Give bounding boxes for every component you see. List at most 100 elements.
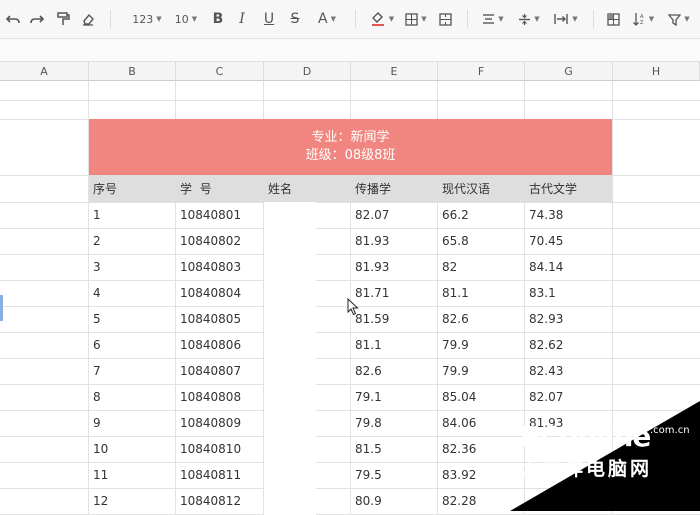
table-cell[interactable]: 10840806 — [176, 332, 264, 358]
header-cell[interactable]: 现代汉语 — [438, 175, 525, 202]
table-cell[interactable]: 83.1 — [525, 280, 613, 306]
chevron-down-icon: ▼ — [330, 15, 336, 23]
table-cell[interactable]: 3 — [89, 254, 176, 280]
table-cell[interactable]: 10840801 — [176, 202, 264, 228]
table-cell[interactable]: 84.14 — [525, 254, 613, 280]
table-cell[interactable]: 79.9 — [438, 358, 525, 384]
chevron-down-icon: ▼ — [388, 15, 395, 23]
header-cell[interactable]: 姓名 — [264, 175, 351, 202]
formula-bar[interactable] — [0, 39, 700, 62]
column-header-c[interactable]: C — [176, 62, 264, 81]
table-cell[interactable]: 70.45 — [525, 228, 613, 254]
sort-dropdown[interactable]: A Z ▼ — [630, 8, 656, 30]
chevron-down-icon: ▼ — [191, 15, 198, 23]
name-column-blank-area — [264, 202, 316, 515]
table-cell[interactable]: 74.38 — [525, 202, 613, 228]
table-cell[interactable]: 82.07 — [351, 202, 438, 228]
table-cell[interactable]: 79.1 — [351, 384, 438, 410]
table-cell[interactable]: 81.59 — [351, 306, 438, 332]
column-header-b[interactable]: B — [89, 62, 176, 81]
table-cell[interactable]: 81.1 — [438, 280, 525, 306]
table-cell[interactable]: 12 — [89, 488, 176, 514]
column-header-d[interactable]: D — [264, 62, 351, 81]
table-cell[interactable]: 2 — [89, 228, 176, 254]
table-cell[interactable]: 82.43 — [525, 358, 613, 384]
filter-icon — [668, 13, 682, 26]
table-cell[interactable]: 10840805 — [176, 306, 264, 332]
table-cell[interactable]: 79.9 — [438, 332, 525, 358]
merged-title-banner[interactable]: 专业：新闻学 班级：08级8班 — [89, 119, 612, 175]
format-painter-icon[interactable] — [54, 8, 72, 30]
horizontal-align-dropdown[interactable]: ▼ — [480, 8, 506, 30]
table-cell[interactable]: 10840802 — [176, 228, 264, 254]
column-header-e[interactable]: E — [351, 62, 438, 81]
table-cell[interactable]: 65.8 — [438, 228, 525, 254]
table-cell[interactable]: 6 — [89, 332, 176, 358]
table-cell[interactable]: 10840811 — [176, 462, 264, 488]
borders-dropdown[interactable]: ▼ — [403, 8, 429, 30]
header-cell[interactable]: 序号 — [89, 175, 176, 202]
fill-color-dropdown[interactable]: ▼ — [368, 8, 396, 30]
strikethrough-button[interactable]: S — [287, 8, 303, 30]
bold-button[interactable]: B — [210, 8, 226, 30]
chevron-down-icon: ▼ — [684, 15, 690, 23]
freeze-button[interactable] — [604, 8, 622, 30]
table-cell[interactable]: 4 — [89, 280, 176, 306]
table-cell[interactable]: 81.5 — [351, 436, 438, 462]
borders-icon — [405, 12, 418, 26]
font-size-dropdown[interactable]: 10 ▼ — [173, 8, 199, 30]
table-cell[interactable]: 66.2 — [438, 202, 525, 228]
table-cell[interactable]: 5 — [89, 306, 176, 332]
column-header-g[interactable]: G — [525, 62, 613, 81]
table-cell[interactable]: 82.6 — [351, 358, 438, 384]
column-header-a[interactable]: A — [0, 62, 89, 81]
number-format-dropdown[interactable]: 123 ▼ — [130, 8, 164, 30]
table-cell[interactable]: 81.93 — [351, 228, 438, 254]
table-cell[interactable]: 1 — [89, 202, 176, 228]
watermark-domain: .com.cn — [650, 425, 690, 436]
number-format-label: 123 — [132, 12, 154, 26]
header-cell[interactable]: 传播学 — [351, 175, 438, 202]
table-cell[interactable]: 10840809 — [176, 410, 264, 436]
table-cell[interactable]: 82.62 — [525, 332, 613, 358]
column-header-f[interactable]: F — [438, 62, 525, 81]
column-header-h[interactable]: H — [613, 62, 700, 81]
underline-button[interactable]: U — [261, 8, 277, 30]
table-cell[interactable]: 81.93 — [351, 254, 438, 280]
table-cell[interactable]: 10840803 — [176, 254, 264, 280]
table-cell[interactable]: 82 — [438, 254, 525, 280]
table-cell[interactable]: 10840810 — [176, 436, 264, 462]
text-wrap-dropdown[interactable]: ▼ — [552, 8, 580, 30]
table-cell[interactable]: 8 — [89, 384, 176, 410]
table-cell[interactable]: 10840804 — [176, 280, 264, 306]
table-cell[interactable]: 9 — [89, 410, 176, 436]
table-cell[interactable]: 11 — [89, 462, 176, 488]
table-cell[interactable]: 10840808 — [176, 384, 264, 410]
table-cell[interactable]: 82.93 — [525, 306, 613, 332]
italic-button[interactable]: I — [234, 8, 250, 30]
redo-icon[interactable] — [28, 8, 46, 30]
table-cell[interactable]: 81.1 — [351, 332, 438, 358]
eraser-icon[interactable] — [79, 8, 97, 30]
class-label: 班级：08级8班 — [305, 148, 396, 163]
merge-cells-button[interactable] — [436, 8, 454, 30]
vertical-align-dropdown[interactable]: ▼ — [516, 8, 542, 30]
table-cell[interactable]: 82.6 — [438, 306, 525, 332]
undo-icon[interactable] — [4, 8, 22, 30]
table-cell[interactable]: 10840807 — [176, 358, 264, 384]
header-cell[interactable]: 学 号 — [176, 175, 264, 202]
table-cell[interactable]: 80.9 — [351, 488, 438, 514]
filter-dropdown[interactable]: ▼ — [666, 8, 692, 30]
align-center-icon — [483, 14, 495, 24]
font-color-dropdown[interactable]: A ▼ — [314, 8, 340, 30]
table-cell[interactable]: 79.5 — [351, 462, 438, 488]
header-cell[interactable]: 古代文学 — [525, 175, 613, 202]
chevron-down-icon: ▼ — [156, 15, 162, 23]
table-cell[interactable]: 10 — [89, 436, 176, 462]
table-cell[interactable]: 79.8 — [351, 410, 438, 436]
row-selection-indicator — [0, 295, 3, 321]
table-cell[interactable]: 81.71 — [351, 280, 438, 306]
table-cell[interactable]: 10840812 — [176, 488, 264, 514]
table-cell[interactable]: 7 — [89, 358, 176, 384]
toolbar-separator — [467, 10, 468, 28]
